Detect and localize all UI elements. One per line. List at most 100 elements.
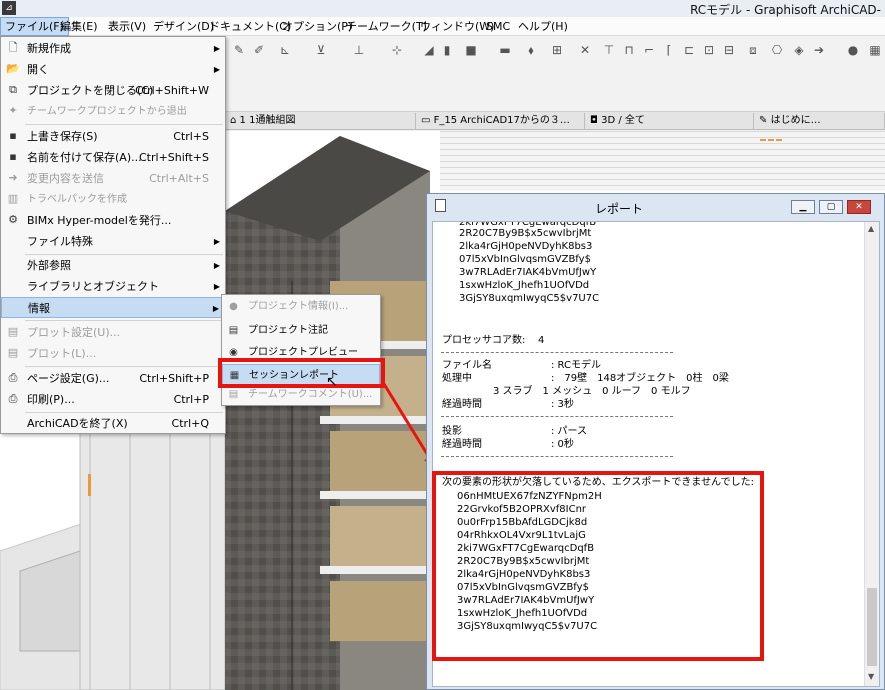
roof-tool-icon[interactable]: ⊓ bbox=[620, 42, 638, 58]
menu-item-send-changes: ➜ 変更内容を送信 Ctrl+Alt+S bbox=[1, 168, 225, 189]
menu-item-info[interactable]: 情報 ▶ bbox=[1, 297, 225, 318]
camera-icon: ◘ bbox=[590, 115, 598, 126]
curtain-wall-tool-icon[interactable]: ⊡ bbox=[700, 42, 718, 58]
column-tool-icon[interactable]: ▮ bbox=[438, 42, 456, 58]
processing-value: : 79壁 148オブジェクト 0柱 0梁 bbox=[551, 373, 729, 384]
menu-item-label: プロット設定(U)... bbox=[27, 326, 121, 339]
error-section-highlight bbox=[432, 471, 764, 661]
report-scrollbar[interactable]: ▲ ▼ bbox=[864, 222, 879, 686]
elapsed-label-2: 経過時間 bbox=[442, 439, 482, 450]
menu-item-save-as[interactable]: ▪ 名前を付けて保存(A)... Ctrl+Shift+S bbox=[1, 147, 225, 168]
file-name-value: : RCモデル bbox=[551, 360, 601, 371]
save-icon: ▪ bbox=[9, 129, 17, 142]
menu-item-label: ページ設定(G)... bbox=[27, 372, 110, 385]
scroll-down-icon[interactable]: ▼ bbox=[868, 672, 874, 681]
section-tool-icon[interactable]: ⊞ bbox=[548, 42, 566, 58]
menu-item-label: ライブラリとオブジェクト bbox=[27, 280, 159, 293]
tab-intro-label: はじめに… bbox=[770, 115, 821, 126]
menu-item-open[interactable]: 📂 開く ▶ bbox=[1, 59, 225, 80]
menu-item-print[interactable]: ⎙ 印刷(P)... Ctrl+P bbox=[1, 389, 225, 410]
pen-tool-icon[interactable]: ✐ bbox=[250, 42, 268, 58]
submenu-arrow-icon: ▶ bbox=[212, 304, 219, 313]
print-icon: ⎙ bbox=[8, 392, 18, 405]
archicad-logo-icon: ⊿ bbox=[2, 1, 16, 15]
menu-smc[interactable]: SMC bbox=[482, 17, 514, 36]
shell-tool-icon[interactable]: ⊏ bbox=[680, 42, 698, 58]
session-report-highlight bbox=[218, 358, 385, 388]
maximize-button[interactable]: ▢ bbox=[819, 200, 843, 214]
menu-item-label: トラベルパックを作成 bbox=[27, 194, 127, 205]
tab-layout[interactable]: ▭ F_15 ArchiCAD17からの３… bbox=[417, 113, 585, 129]
sphere-tool-icon[interactable]: ● bbox=[844, 42, 862, 58]
dimension-tool-icon[interactable]: ⊻ bbox=[312, 42, 330, 58]
menu-item-bimx[interactable]: ⚙ BIMx Hyper-modelを発行... bbox=[1, 210, 225, 231]
scroll-up-icon[interactable]: ▲ bbox=[868, 224, 874, 233]
railing-tool-icon[interactable]: ⌈ bbox=[660, 42, 678, 58]
tab-layout-label: F_15 ArchiCAD17からの３… bbox=[433, 115, 570, 126]
submenu-item-project-info: ● プロジェクト情報(I)... bbox=[222, 296, 380, 318]
label-tool-icon[interactable]: ◈ bbox=[790, 42, 808, 58]
menu-item-label: 外部参照 bbox=[27, 259, 71, 272]
processor-value: 4 bbox=[538, 335, 545, 346]
menu-view[interactable]: 表示(V) bbox=[104, 17, 150, 36]
camera-tool-icon[interactable]: ⎔ bbox=[768, 42, 786, 58]
save-as-icon: ▪ bbox=[9, 150, 17, 163]
mesh-tool-icon[interactable]: ⊟ bbox=[720, 42, 738, 58]
grid-tool-icon[interactable]: ⊹ bbox=[388, 42, 406, 58]
menu-item-label: 印刷(P)... bbox=[27, 393, 75, 406]
menu-help[interactable]: ヘルプ(H) bbox=[514, 17, 572, 36]
stair-tool-icon[interactable]: ⌐ bbox=[640, 42, 658, 58]
arrow-tool-icon[interactable]: ➔ bbox=[810, 42, 828, 58]
menu-item-shortcut: Ctrl+S bbox=[173, 130, 209, 143]
menu-item-exit[interactable]: ArchiCADを終了(X) Ctrl+Q bbox=[1, 413, 225, 434]
close-x-tool-icon[interactable]: ✕ bbox=[576, 42, 594, 58]
report-id: 2R20C7By9B$x5cwvIbrjMt bbox=[459, 228, 592, 239]
align-tool-icon[interactable]: ⊥ bbox=[350, 42, 368, 58]
submenu-item-label: プロジェクト情報(I)... bbox=[248, 301, 349, 312]
submenu-item-project-notes[interactable]: ▤ プロジェクト注記 bbox=[222, 320, 380, 342]
processor-label: プロセッサコア数: bbox=[442, 335, 526, 346]
report-document-icon bbox=[435, 199, 446, 212]
menu-item-label: 開く bbox=[27, 63, 49, 76]
report-window-title: レポート bbox=[595, 202, 644, 216]
processing-value-2: 3 スラブ 1 メッシュ 0 ルーフ 0 モルフ bbox=[493, 386, 691, 397]
menu-item-shortcut: Ctrl+P bbox=[173, 393, 209, 406]
block-tool-icon[interactable]: ■ bbox=[462, 42, 480, 58]
more-tool-icon[interactable]: ▦ bbox=[866, 42, 884, 58]
object-tool-icon[interactable]: ⬧ bbox=[522, 42, 540, 58]
projection-value: : パース bbox=[551, 426, 588, 437]
scrollbar-thumb[interactable] bbox=[867, 588, 877, 666]
orange-dash-marker bbox=[760, 139, 782, 141]
menu-item-file-special[interactable]: ファイル特殊 ▶ bbox=[1, 231, 225, 252]
menu-item-label: ArchiCADを終了(X) bbox=[27, 417, 128, 430]
menu-item-save[interactable]: ▪ 上書き保存(S) Ctrl+S bbox=[1, 126, 225, 147]
menu-item-close-project[interactable]: ⧉ プロジェクトを閉じる(C) Ctrl+Shift+W bbox=[1, 80, 225, 101]
elapsed-value: : 3秒 bbox=[551, 399, 574, 410]
pencil-tool-icon[interactable]: ✎ bbox=[230, 42, 248, 58]
submenu-arrow-icon: ▶ bbox=[213, 44, 220, 53]
menu-item-external-ref[interactable]: 外部参照 ▶ bbox=[1, 255, 225, 276]
level-tool-icon[interactable]: ⊾ bbox=[276, 42, 294, 58]
tab-intro[interactable]: ✎ はじめに… bbox=[755, 113, 885, 129]
menu-item-plot-setup: ▤ プロット設定(U)... bbox=[1, 322, 225, 343]
tab-floor-plan-label: 1 1通触組図 bbox=[239, 115, 296, 126]
tab-floor-plan[interactable]: ⌂ 1 1通触組図 bbox=[226, 113, 416, 129]
zone-tool-icon[interactable]: ⧈ bbox=[744, 42, 762, 58]
menu-item-label: 情報 bbox=[28, 302, 50, 315]
menu-edit[interactable]: 編集(E) bbox=[56, 17, 102, 36]
menu-item-label: 新規作成 bbox=[27, 42, 71, 55]
document-icon: ✎ bbox=[759, 115, 768, 126]
close-button[interactable]: ✕ bbox=[847, 200, 871, 214]
report-id: 2lka4rGjH0peNVDyhK8bs3 bbox=[459, 241, 593, 252]
elapsed-label: 経過時間 bbox=[442, 399, 482, 410]
minimize-button[interactable]: ▁ bbox=[791, 200, 815, 214]
wall-tool-icon[interactable]: ▬ bbox=[496, 42, 514, 58]
slab-tool-icon[interactable]: ◢ bbox=[420, 42, 438, 58]
open-folder-icon: 📂 bbox=[6, 62, 20, 75]
menu-item-libraries[interactable]: ライブラリとオブジェクト ▶ bbox=[1, 276, 225, 297]
tab-3d[interactable]: ◘ 3D / 全て bbox=[586, 113, 754, 129]
submenu-item-label: プロジェクト注記 bbox=[248, 325, 328, 336]
menu-item-new[interactable]: 🗋 新規作成 ▶ bbox=[1, 38, 225, 59]
menu-item-page-setup[interactable]: ⎙ ページ設定(G)... Ctrl+Shift+P bbox=[1, 368, 225, 389]
beam-tool-icon[interactable]: ⊤ bbox=[600, 42, 618, 58]
